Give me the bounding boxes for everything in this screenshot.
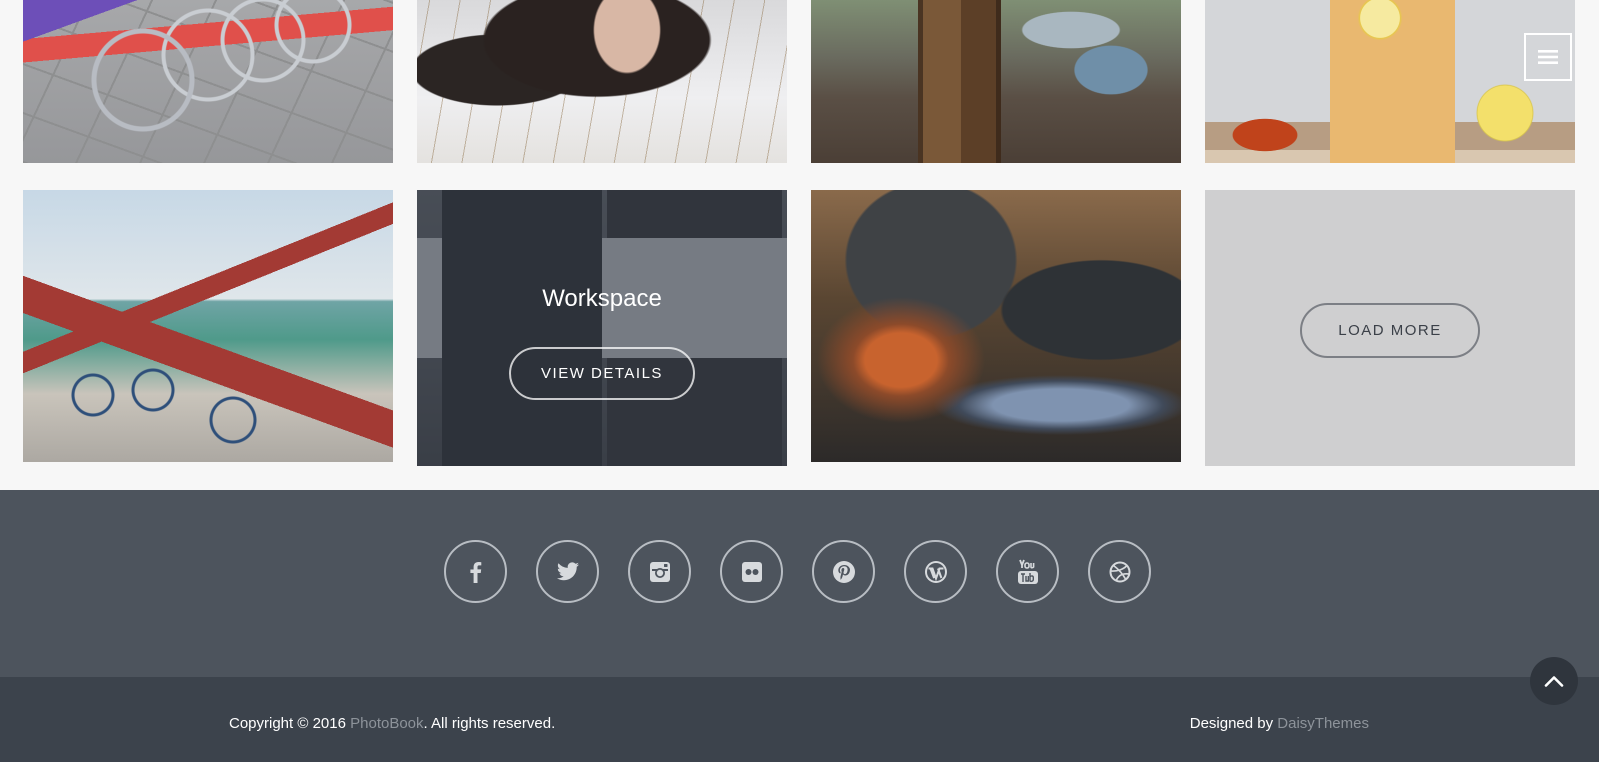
photo-woman-snow [417, 0, 787, 163]
gallery-item-tree-stump[interactable] [811, 0, 1181, 163]
gallery-item-title: Workspace [542, 285, 662, 312]
designer-credit: Designed by DaisyThemes [1190, 715, 1369, 732]
view-details-button[interactable]: VIEW DETAILS [509, 347, 695, 400]
designed-by-prefix: Designed by [1189, 715, 1278, 732]
hamburger-icon [1538, 50, 1558, 64]
photo-tree-stump [811, 0, 1181, 163]
dribbble-link[interactable] [1088, 540, 1151, 603]
back-to-top-button[interactable] [1530, 657, 1578, 705]
dribbble-icon [1109, 561, 1130, 582]
gallery-item-lemonade-jar[interactable] [1205, 0, 1575, 163]
youtube-icon [1017, 559, 1038, 584]
facebook-link[interactable] [444, 540, 507, 603]
pinterest-icon [832, 560, 855, 583]
gallery-item-woman-snow[interactable] [417, 0, 787, 163]
brand-link[interactable]: PhotoBook [350, 715, 423, 732]
flickr-link[interactable] [720, 540, 783, 603]
gallery-item-bikes-pier[interactable] [23, 190, 393, 462]
instagram-icon [649, 561, 670, 582]
copyright-suffix: . All rights reserved. [423, 715, 556, 732]
twitter-link[interactable] [536, 540, 599, 603]
photo-workspace [417, 190, 787, 466]
copyright-prefix: Copyright © 2016 [229, 715, 351, 732]
social-links [444, 540, 1151, 603]
facebook-icon [469, 561, 481, 583]
designer-link[interactable]: DaisyThemes [1277, 715, 1369, 732]
twitter-icon [556, 561, 579, 580]
menu-button[interactable] [1524, 33, 1572, 81]
photo-lemonade-jar [1205, 0, 1575, 163]
instagram-link[interactable] [628, 540, 691, 603]
load-more-tile: LOAD MORE [1205, 190, 1575, 466]
photo-creek-rocks [811, 190, 1181, 462]
wordpress-icon [924, 560, 947, 583]
photo-bikes-street [23, 0, 393, 163]
load-more-button[interactable]: LOAD MORE [1300, 303, 1480, 358]
flickr-icon [741, 561, 762, 582]
gallery-item-workspace[interactable]: Workspace VIEW DETAILS [417, 190, 787, 466]
gallery-item-creek-rocks[interactable] [811, 190, 1181, 462]
pinterest-link[interactable] [812, 540, 875, 603]
social-footer [0, 490, 1599, 677]
wordpress-link[interactable] [904, 540, 967, 603]
chevron-up-icon [1544, 676, 1564, 687]
copyright-text: Copyright © 2016 PhotoBook. All rights r… [229, 715, 555, 732]
bottom-bar: Copyright © 2016 PhotoBook. All rights r… [0, 677, 1599, 762]
gallery-item-bikes-street[interactable] [23, 0, 393, 163]
youtube-link[interactable] [996, 540, 1059, 603]
photo-bikes-pier [23, 190, 393, 462]
